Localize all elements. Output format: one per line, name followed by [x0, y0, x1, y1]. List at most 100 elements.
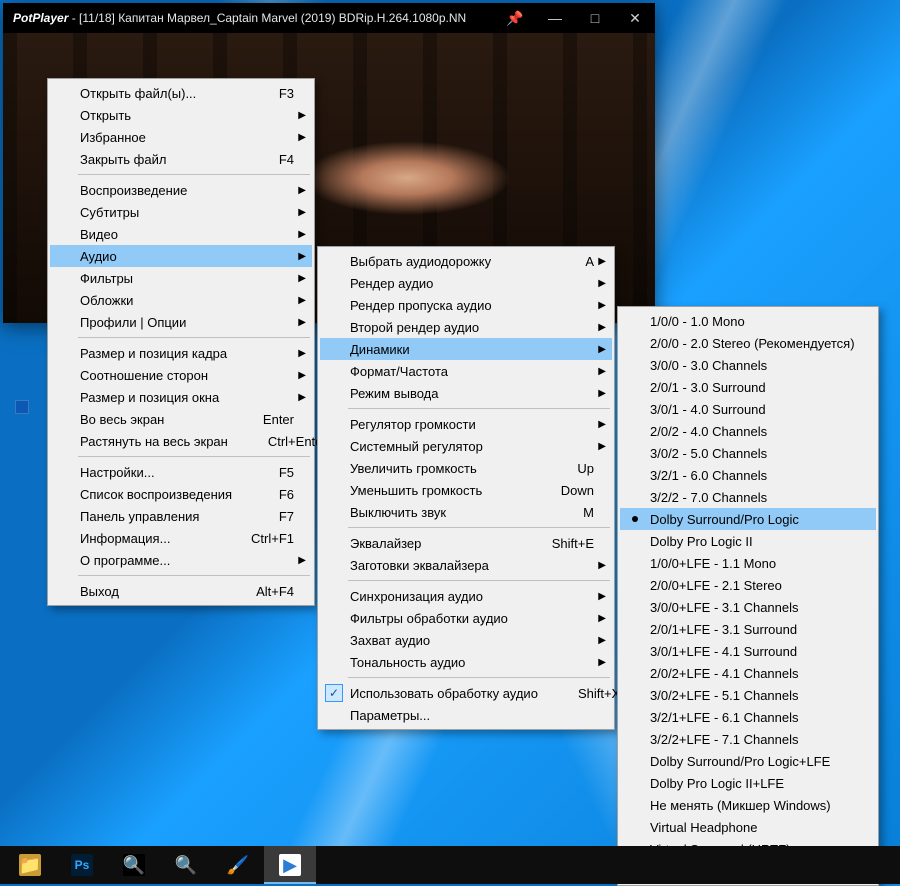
audio-menu-item[interactable]: ЭквалайзерShift+E: [320, 532, 612, 554]
speakers-menu-item[interactable]: 1/0/0+LFE - 1.1 Mono: [620, 552, 876, 574]
submenu-arrow-icon: ▶: [598, 635, 606, 646]
main-menu-item[interactable]: Открыть файл(ы)...F3: [50, 82, 312, 104]
audio-menu-item[interactable]: Выключить звукM: [320, 501, 612, 523]
speakers-menu-item[interactable]: 3/2/1 - 6.0 Channels: [620, 464, 876, 486]
menu-item-shortcut: F6: [279, 487, 294, 502]
submenu-arrow-icon: ▶: [598, 322, 606, 333]
audio-menu-item[interactable]: Уменьшить громкостьDown: [320, 479, 612, 501]
taskbar-search-orange-icon[interactable]: 🔍: [108, 846, 160, 884]
menu-item-label: 1/0/0 - 1.0 Mono: [650, 314, 852, 329]
taskbar-brush-icon[interactable]: 🖌️: [212, 846, 264, 884]
titlebar[interactable]: PotPlayer - [11/18] Капитан Марвел_Capta…: [3, 3, 655, 33]
audio-menu-item[interactable]: Системный регулятор▶: [320, 435, 612, 457]
speakers-menu-item[interactable]: Dolby Surround/Pro Logic: [620, 508, 876, 530]
audio-menu-item[interactable]: Фильтры обработки аудио▶: [320, 607, 612, 629]
taskbar-potplayer-icon[interactable]: ▶: [264, 846, 316, 884]
main-menu-item[interactable]: Открыть▶: [50, 104, 312, 126]
menu-item-label: 3/0/1+LFE - 4.1 Surround: [650, 644, 852, 659]
audio-menu-item[interactable]: Заготовки эквалайзера▶: [320, 554, 612, 576]
audio-menu-item[interactable]: Режим вывода▶: [320, 382, 612, 404]
audio-menu-item[interactable]: ✓Использовать обработку аудиоShift+X: [320, 682, 612, 704]
submenu-arrow-icon: ▶: [298, 348, 306, 359]
main-menu-item[interactable]: Аудио▶: [50, 245, 312, 267]
submenu-arrow-icon: ▶: [298, 392, 306, 403]
audio-menu-item[interactable]: Второй рендер аудио▶: [320, 316, 612, 338]
main-menu-item[interactable]: Настройки...F5: [50, 461, 312, 483]
menu-item-label: Захват аудио: [350, 633, 594, 648]
menu-item-label: Увеличить громкость: [350, 461, 577, 476]
main-menu-item[interactable]: Закрыть файлF4: [50, 148, 312, 170]
submenu-arrow-icon: ▶: [298, 229, 306, 240]
main-menu-item[interactable]: Панель управленияF7: [50, 505, 312, 527]
main-menu-item[interactable]: Растянуть на весь экранCtrl+Enter: [50, 430, 312, 452]
speakers-menu-item[interactable]: 3/0/2+LFE - 5.1 Channels: [620, 684, 876, 706]
audio-menu-item[interactable]: Тональность аудио▶: [320, 651, 612, 673]
speakers-menu-item[interactable]: Dolby Pro Logic II+LFE: [620, 772, 876, 794]
app-name: PotPlayer: [13, 11, 68, 25]
speakers-menu-item[interactable]: 3/0/0 - 3.0 Channels: [620, 354, 876, 376]
audio-menu-item[interactable]: Увеличить громкостьUp: [320, 457, 612, 479]
main-menu-item[interactable]: Список воспроизведенияF6: [50, 483, 312, 505]
main-menu-item[interactable]: О программе...▶: [50, 549, 312, 571]
speakers-menu-item[interactable]: 2/0/2+LFE - 4.1 Channels: [620, 662, 876, 684]
speakers-menu-item[interactable]: 2/0/2 - 4.0 Channels: [620, 420, 876, 442]
main-menu-item[interactable]: Информация...Ctrl+F1: [50, 527, 312, 549]
menu-item-label: Режим вывода: [350, 386, 594, 401]
audio-menu-item[interactable]: Синхронизация аудио▶: [320, 585, 612, 607]
audio-menu-item[interactable]: Динамики▶: [320, 338, 612, 360]
submenu-arrow-icon: ▶: [598, 419, 606, 430]
audio-menu-item[interactable]: Формат/Частота▶: [320, 360, 612, 382]
menu-item-shortcut: Ctrl+F1: [251, 531, 294, 546]
main-menu-item[interactable]: Фильтры▶: [50, 267, 312, 289]
taskbar-explorer-icon[interactable]: 📁: [4, 846, 56, 884]
audio-menu-item[interactable]: Выбрать аудиодорожкуA▶: [320, 250, 612, 272]
menu-item-shortcut: A: [585, 254, 594, 269]
menu-item-label: 3/2/2+LFE - 7.1 Channels: [650, 732, 852, 747]
main-menu-item[interactable]: ВыходAlt+F4: [50, 580, 312, 602]
speakers-menu-item[interactable]: Virtual Headphone: [620, 816, 876, 838]
main-menu-item[interactable]: Субтитры▶: [50, 201, 312, 223]
speakers-menu-item[interactable]: 3/0/1+LFE - 4.1 Surround: [620, 640, 876, 662]
file-name: [11/18] Капитан Марвел_Captain Marvel (2…: [79, 11, 466, 25]
audio-menu-item[interactable]: Рендер аудио▶: [320, 272, 612, 294]
main-menu-item[interactable]: Воспроизведение▶: [50, 179, 312, 201]
menu-item-label: Обложки: [80, 293, 294, 308]
menu-item-label: Рендер пропуска аудио: [350, 298, 594, 313]
speakers-menu-item[interactable]: 3/2/2+LFE - 7.1 Channels: [620, 728, 876, 750]
speakers-menu-item[interactable]: 3/0/1 - 4.0 Surround: [620, 398, 876, 420]
menu-item-label: Выход: [80, 584, 256, 599]
main-menu-item[interactable]: Размер и позиция кадра▶: [50, 342, 312, 364]
desktop-icon[interactable]: [15, 400, 29, 414]
pin-button[interactable]: 📌: [495, 3, 535, 33]
speakers-menu-item[interactable]: 2/0/1 - 3.0 Surround: [620, 376, 876, 398]
submenu-arrow-icon: ▶: [298, 295, 306, 306]
audio-menu-item[interactable]: Рендер пропуска аудио▶: [320, 294, 612, 316]
speakers-menu-item[interactable]: 3/0/2 - 5.0 Channels: [620, 442, 876, 464]
audio-menu-item[interactable]: Захват аудио ▶: [320, 629, 612, 651]
taskbar-photoshop-icon[interactable]: Ps: [56, 846, 108, 884]
main-menu-item[interactable]: Размер и позиция окна▶: [50, 386, 312, 408]
main-menu-item[interactable]: Профили | Опции▶: [50, 311, 312, 333]
main-menu-item[interactable]: Обложки ▶: [50, 289, 312, 311]
main-menu-item[interactable]: Во весь экранEnter: [50, 408, 312, 430]
main-menu-item[interactable]: Видео▶: [50, 223, 312, 245]
speakers-menu-item[interactable]: 3/0/0+LFE - 3.1 Channels: [620, 596, 876, 618]
audio-menu-item[interactable]: Регулятор громкости▶: [320, 413, 612, 435]
speakers-menu-item[interactable]: 2/0/0+LFE - 2.1 Stereo: [620, 574, 876, 596]
speakers-menu-item[interactable]: 3/2/1+LFE - 6.1 Channels: [620, 706, 876, 728]
speakers-menu-item[interactable]: 3/2/2 - 7.0 Channels: [620, 486, 876, 508]
close-button[interactable]: ✕: [615, 3, 655, 33]
audio-menu-item[interactable]: Параметры...: [320, 704, 612, 726]
speakers-menu-item[interactable]: 1/0/0 - 1.0 Mono: [620, 310, 876, 332]
minimize-button[interactable]: —: [535, 3, 575, 33]
main-menu-item[interactable]: Соотношение сторон▶: [50, 364, 312, 386]
menu-item-label: Virtual Headphone: [650, 820, 852, 835]
speakers-menu-item[interactable]: 2/0/1+LFE - 3.1 Surround: [620, 618, 876, 640]
speakers-menu-item[interactable]: 2/0/0 - 2.0 Stereo (Рекомендуется): [620, 332, 876, 354]
taskbar-search-blue-icon[interactable]: 🔍: [160, 846, 212, 884]
maximize-button[interactable]: □: [575, 3, 615, 33]
speakers-menu-item[interactable]: Не менять (Микшер Windows): [620, 794, 876, 816]
main-menu-item[interactable]: Избранное▶: [50, 126, 312, 148]
speakers-menu-item[interactable]: Dolby Surround/Pro Logic+LFE: [620, 750, 876, 772]
speakers-menu-item[interactable]: Dolby Pro Logic II: [620, 530, 876, 552]
